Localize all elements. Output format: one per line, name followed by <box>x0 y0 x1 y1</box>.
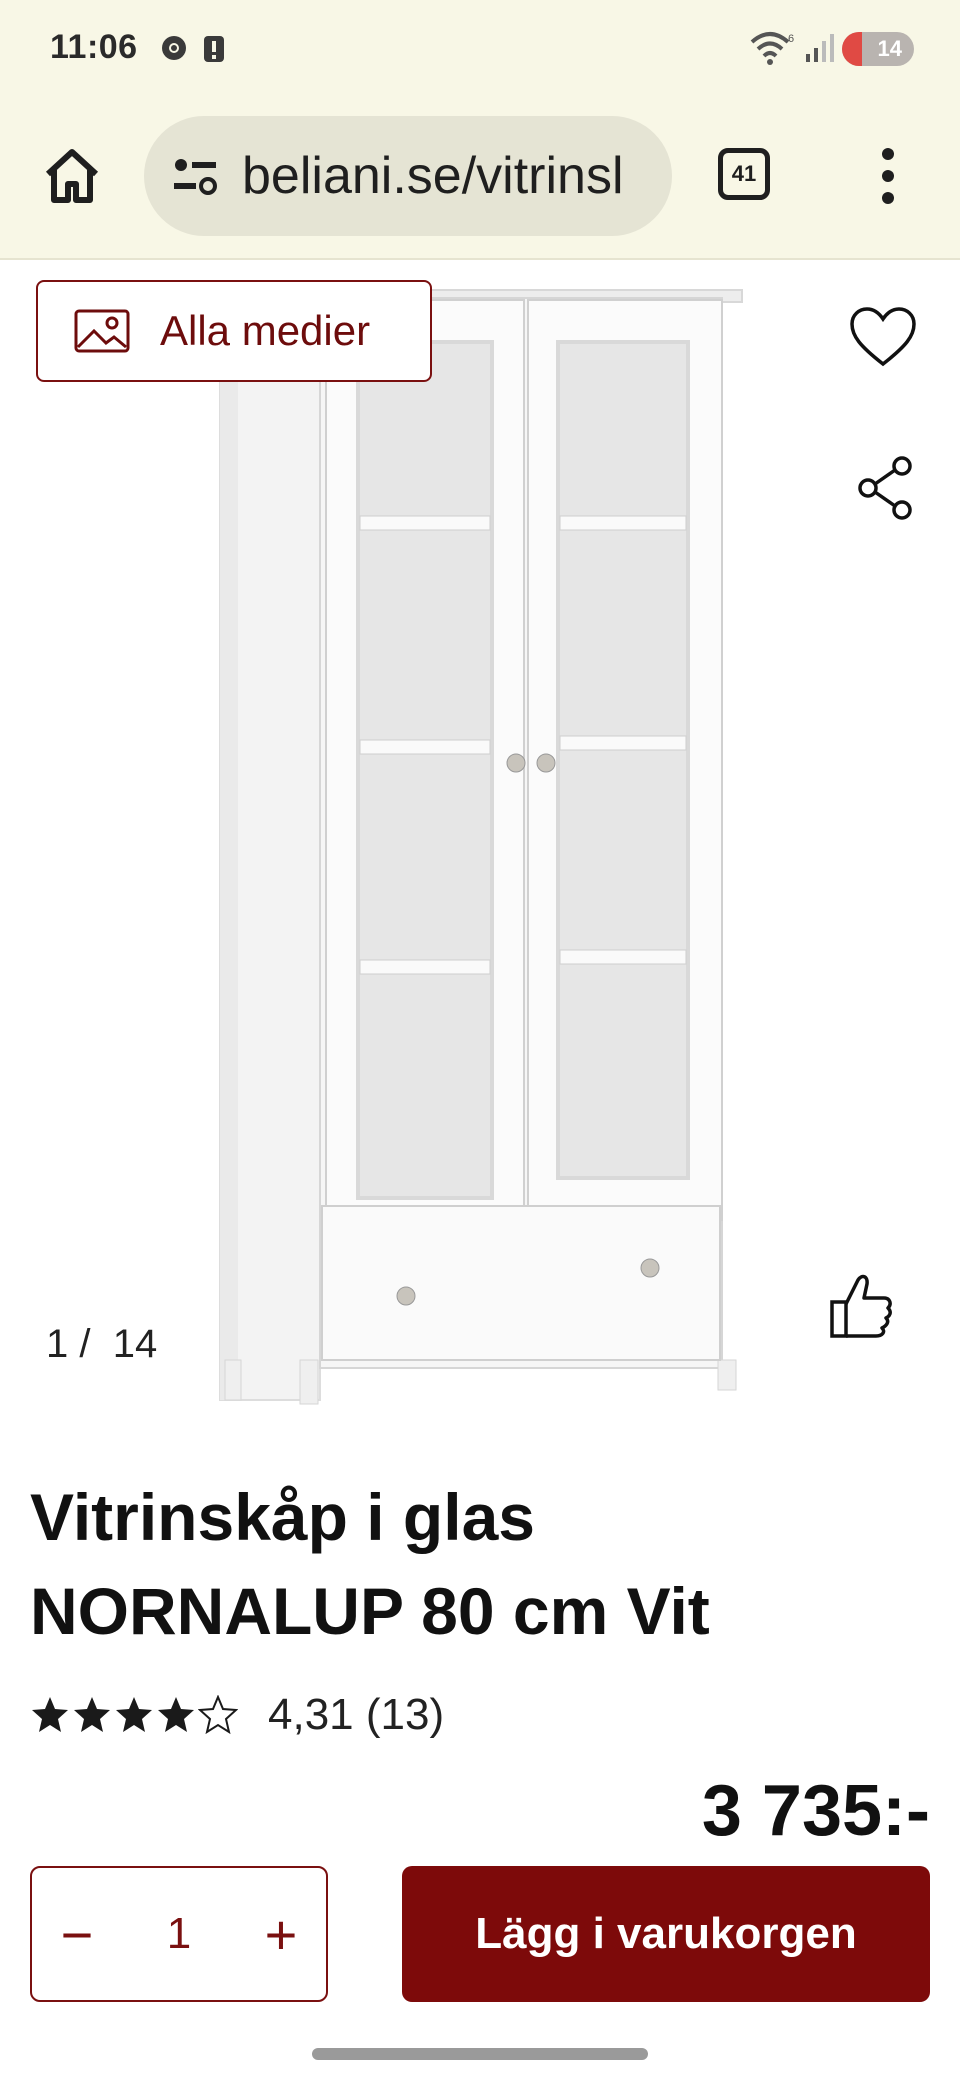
increase-quantity-button[interactable]: + <box>236 1868 326 2000</box>
rating-value: 4,31 <box>268 1690 354 1739</box>
star-icon <box>116 1697 152 1732</box>
product-image[interactable] <box>0 262 960 1412</box>
star-icon <box>198 1695 238 1735</box>
quantity-stepper[interactable]: − 1 + <box>30 1866 328 2002</box>
product-price: 3 735:- <box>701 1771 930 1851</box>
decrease-quantity-button[interactable]: − <box>32 1868 122 2000</box>
gallery-counter: 1 / 14 <box>46 1322 157 1367</box>
gallery-current: 1 <box>46 1322 69 1366</box>
product-title-line2: NORNALUP 80 cm Vit <box>30 1574 710 1648</box>
status-time: 11:06 <box>50 28 138 66</box>
add-to-cart-button[interactable]: Lägg i varukorgen <box>402 1866 930 2002</box>
wifi-icon: 6 <box>750 32 794 65</box>
product-rating[interactable]: 4,31 (13) <box>30 1690 444 1740</box>
gallery-total: 14 <box>112 1322 158 1366</box>
signal-icon <box>806 34 834 62</box>
svg-text:6: 6 <box>788 33 794 45</box>
chrome-icon <box>162 36 186 60</box>
all-media-label: Alla medier <box>160 307 371 354</box>
alert-icon <box>204 36 224 62</box>
battery-indicator: 14 <box>842 32 914 66</box>
site-settings-icon[interactable] <box>172 154 218 198</box>
star-icon <box>32 1697 68 1732</box>
star-icon <box>74 1697 110 1732</box>
tabs-button[interactable]: 41 <box>718 148 770 200</box>
rating-text: 4,31 (13) <box>268 1690 444 1740</box>
product-title: Vitrinskåp i glas NORNALUP 80 cm Vit <box>30 1470 910 1658</box>
address-bar[interactable]: beliani.se/vitrinsl <box>144 116 672 236</box>
gesture-bar[interactable] <box>312 2048 648 2060</box>
url-text: beliani.se/vitrinsl <box>242 147 624 205</box>
browser-toolbar: beliani.se/vitrinsl 41 <box>0 100 960 260</box>
heart-icon[interactable] <box>848 306 918 370</box>
product-title-line1: Vitrinskåp i glas <box>30 1480 535 1554</box>
gallery-separator: / <box>79 1322 91 1366</box>
more-icon[interactable] <box>872 146 904 206</box>
status-bar: 11:06 6 14 <box>0 0 960 100</box>
image-icon <box>74 309 130 353</box>
star-icon <box>158 1697 194 1732</box>
share-icon[interactable] <box>856 456 914 520</box>
review-count: (13) <box>365 1690 445 1739</box>
product-gallery[interactable] <box>0 262 960 1412</box>
rating-stars <box>30 1695 238 1735</box>
battery-level: 14 <box>877 36 902 61</box>
all-media-button[interactable]: Alla medier <box>36 280 432 382</box>
quantity-value[interactable]: 1 <box>167 1909 191 1959</box>
tab-count: 41 <box>731 161 757 186</box>
thumbs-up-icon[interactable] <box>830 1272 894 1340</box>
home-icon[interactable] <box>40 144 104 208</box>
